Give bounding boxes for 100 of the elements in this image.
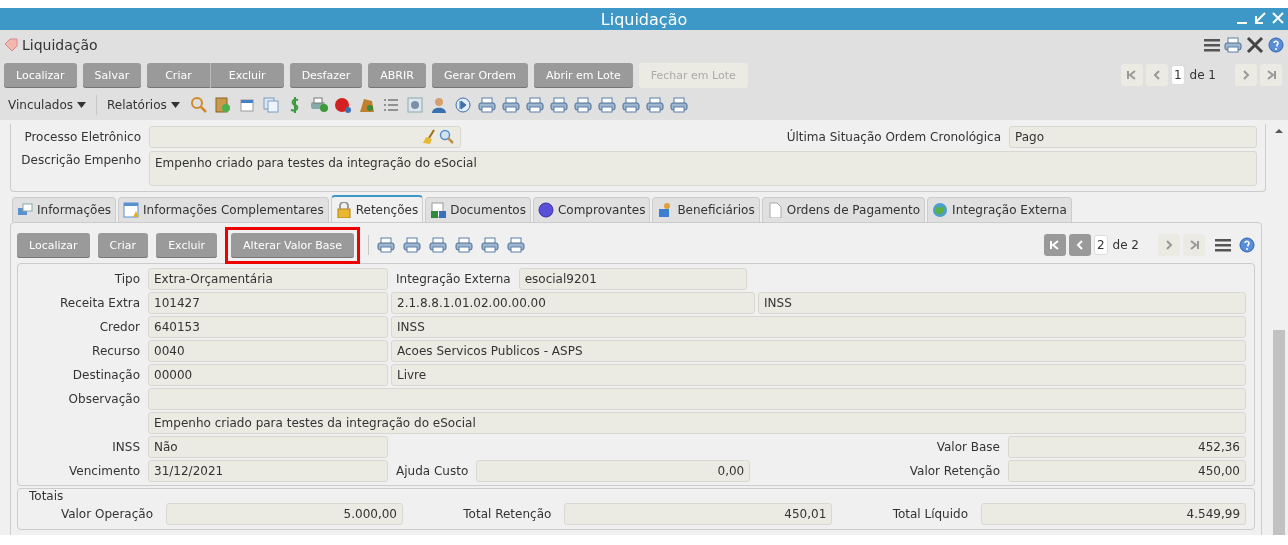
document-icon (766, 202, 783, 218)
page-input[interactable]: 2 (1093, 235, 1108, 255)
field-label: Ajuda Custo (396, 464, 469, 478)
caret-icon (170, 102, 180, 108)
text-field[interactable] (148, 388, 1246, 410)
text-field[interactable]: INSS (391, 316, 1246, 338)
tab[interactable]: Informações Complementares (118, 197, 329, 222)
printer-icon[interactable] (549, 97, 568, 113)
record-icon[interactable] (333, 96, 352, 114)
text-field[interactable]: Não (148, 436, 388, 458)
printer-icon[interactable] (507, 237, 525, 253)
help-icon[interactable] (1239, 237, 1255, 253)
menu-icon[interactable] (1215, 238, 1231, 252)
printer-icon[interactable] (669, 97, 688, 113)
text-field[interactable]: 450,01 (564, 503, 833, 525)
play-icon[interactable] (453, 96, 472, 114)
field-label: Tipo (113, 272, 140, 286)
search-icon[interactable] (439, 129, 455, 145)
lock-icon (335, 201, 352, 218)
field-label: Destinação (71, 368, 140, 382)
page-title: Liquidação (22, 37, 98, 53)
spreadsheet-icon (430, 202, 447, 218)
text-field[interactable]: 4.549,99 (981, 503, 1246, 525)
printer-icon[interactable] (377, 237, 395, 253)
printer-icon[interactable] (645, 97, 664, 113)
figure-icon[interactable] (357, 96, 376, 114)
text-field[interactable]: 5.000,00 (166, 503, 403, 525)
tag-icon (4, 38, 18, 52)
text-field[interactable]: Livre (391, 364, 1246, 386)
field-label: Total Líquido (892, 507, 968, 521)
tab[interactable]: Informações (12, 197, 117, 222)
text-field[interactable]: INSS (758, 292, 1246, 314)
page-count: de 1 (1189, 68, 1216, 82)
printer-icon[interactable] (309, 96, 328, 114)
broom-icon[interactable] (422, 129, 438, 145)
field-label: Recurso (91, 344, 140, 358)
printer-icon[interactable] (429, 237, 447, 253)
printer-icon[interactable] (573, 97, 592, 113)
chevron-right-icon (1163, 239, 1175, 251)
text-field[interactable]: esocial9201 (518, 268, 747, 290)
text-field[interactable]: 00000 (148, 364, 388, 386)
menu-icon[interactable] (1204, 38, 1220, 52)
dropdown-menu[interactable]: Relatórios (103, 98, 184, 112)
tab[interactable]: Retenções (330, 195, 424, 222)
circle-icon (537, 202, 554, 218)
pages-icon[interactable] (261, 96, 280, 114)
field-label: Valor Operação (59, 507, 153, 521)
last-page-icon (1265, 69, 1277, 81)
scroll-up-icon[interactable] (1274, 126, 1284, 136)
print-icon[interactable] (1224, 37, 1242, 53)
globe-icon (932, 202, 949, 218)
field-label: Valor Retenção (909, 464, 1000, 478)
text-field[interactable]: 0,00 (476, 460, 751, 482)
list-icon[interactable] (381, 96, 400, 114)
field-label: Observação (67, 392, 140, 406)
printer-icon[interactable] (597, 97, 616, 113)
text-field[interactable]: Acoes Servicos Publicos - ASPS (391, 340, 1246, 362)
gear-icon[interactable] (405, 96, 424, 114)
search-icon[interactable] (189, 96, 208, 114)
close-icon[interactable] (1272, 10, 1284, 26)
printer-icon[interactable] (501, 97, 520, 113)
field-label: INSS (111, 440, 140, 454)
text-field[interactable]: 31/12/2021 (148, 460, 388, 482)
printer-icon[interactable] (403, 237, 421, 253)
help-icon[interactable] (1268, 37, 1284, 53)
text-field[interactable]: 452,36 (1008, 436, 1246, 458)
text-field[interactable]: 640153 (148, 316, 388, 338)
clipboard-icon[interactable] (213, 96, 232, 114)
printer-icon[interactable] (525, 97, 544, 113)
tab[interactable]: Comprovantes (532, 197, 651, 222)
text-field[interactable]: 101427 (148, 292, 388, 314)
document-icon[interactable] (237, 96, 256, 114)
printer-icon[interactable] (621, 97, 640, 113)
text-field[interactable]: Pago (1009, 126, 1257, 148)
previous-page-button[interactable] (1068, 234, 1091, 256)
field-label: Última Situação Ordem Cronológica (786, 130, 1001, 144)
field-label: Descrição Empenho (20, 152, 141, 167)
tab[interactable]: Integração Externa (927, 197, 1072, 222)
first-page-button[interactable] (1043, 234, 1066, 256)
text-field[interactable]: 450,00 (1008, 460, 1246, 482)
text-field[interactable]: 0040 (148, 340, 388, 362)
page-input[interactable]: 1 (1170, 65, 1185, 85)
printer-icon[interactable] (455, 237, 473, 253)
restore-icon[interactable] (1254, 10, 1266, 26)
text-field[interactable]: 2.1.8.8.1.01.02.00.00.00 (391, 292, 755, 314)
printer-icon[interactable] (477, 97, 496, 113)
tab[interactable]: Documentos (425, 197, 531, 222)
person-icon[interactable] (429, 96, 448, 114)
field-label: Total Retenção (463, 507, 552, 521)
text-field[interactable]: Extra-Orçamentária (148, 268, 388, 290)
text-field[interactable]: Empenho criado para testes da integração do eSocial (149, 151, 1257, 186)
field-label: Vencimento (68, 464, 140, 478)
windows-icon (17, 202, 33, 218)
printer-icon[interactable] (481, 237, 499, 253)
text-field[interactable]: Empenho criado para testes da integração do eSocial (148, 412, 1246, 434)
tab[interactable]: Beneficiários (652, 197, 760, 222)
text-field[interactable] (149, 126, 461, 148)
tab[interactable]: Ordens de Pagamento (761, 197, 926, 222)
table-icon (123, 202, 140, 218)
dropdown-menu[interactable]: Vinculados (4, 98, 90, 112)
